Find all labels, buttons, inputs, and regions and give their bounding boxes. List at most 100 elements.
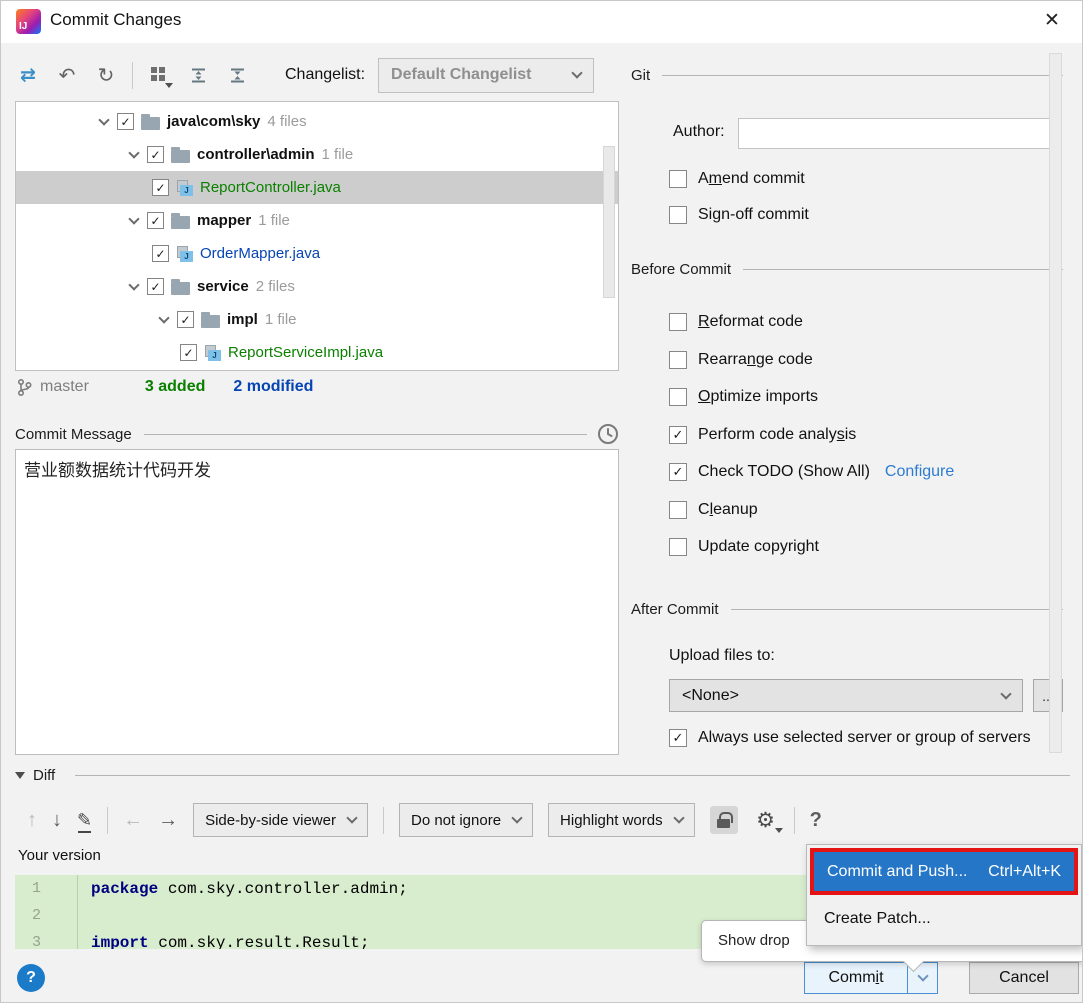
upload-server-select[interactable]: <None> — [669, 679, 1023, 712]
checkbox[interactable]: ✓ — [152, 245, 169, 262]
tree-row-folder[interactable]: ✓ service 2 files — [16, 270, 618, 303]
commit-message-input[interactable]: 营业额数据统计代码开发 — [15, 449, 619, 755]
message-history-icon[interactable] — [597, 423, 619, 445]
tree-scrollbar[interactable] — [603, 146, 615, 298]
annotation-red-box: Commit and Push... Ctrl+Alt+K — [810, 848, 1078, 895]
folder-icon — [171, 278, 190, 295]
changed-files-tree: ✓ java\com\sky 4 files ✓ controller\admi… — [15, 101, 619, 371]
checkbox[interactable] — [669, 538, 687, 556]
checkbox[interactable]: ✓ — [669, 729, 687, 747]
viewer-mode-select[interactable]: Side-by-side viewer — [193, 803, 368, 837]
checkbox[interactable]: ✓ — [147, 212, 164, 229]
intellij-logo-icon: IJ — [16, 9, 41, 34]
checkbox[interactable] — [669, 351, 687, 369]
checkbox[interactable] — [669, 388, 687, 406]
tree-row-folder[interactable]: ✓ controller\admin 1 file — [16, 138, 618, 171]
checkbox[interactable] — [669, 313, 687, 331]
changelist-label: Changelist: — [285, 66, 366, 83]
highlight-mode-select[interactable]: Highlight words — [548, 803, 695, 837]
checkbox[interactable]: ✓ — [669, 426, 687, 444]
changelist-value: Default Changelist — [391, 66, 532, 83]
configure-link[interactable]: Configure — [885, 463, 954, 481]
jump-to-source-icon[interactable]: ✎ — [77, 810, 92, 833]
chevron-down-icon[interactable] — [128, 146, 140, 159]
menu-item-commit-and-push[interactable]: Commit and Push... Ctrl+Alt+K — [814, 852, 1074, 891]
reformat-code-option[interactable]: Reformat code — [669, 307, 803, 337]
chevron-down-icon — [346, 812, 358, 824]
gear-icon: ⚙ — [756, 808, 775, 832]
previous-file-icon[interactable]: ← — [123, 809, 143, 832]
lock-icon — [717, 812, 733, 828]
chevron-down-icon[interactable] — [158, 311, 170, 324]
upload-files-label: Upload files to: — [669, 647, 775, 664]
close-icon[interactable]: ✕ — [1039, 9, 1065, 32]
disable-editing-toggle[interactable] — [709, 806, 738, 834]
author-label: Author: — [673, 123, 725, 140]
checkbox[interactable] — [669, 170, 687, 188]
menu-item-create-patch[interactable]: Create Patch... — [807, 895, 1081, 943]
signoff-commit-option[interactable]: Sign-off commit — [669, 200, 809, 230]
tree-row-folder[interactable]: ✓ mapper 1 file — [16, 204, 618, 237]
chevron-down-icon[interactable] — [98, 113, 110, 126]
checkbox[interactable]: ✓ — [180, 344, 197, 361]
checkbox[interactable]: ✓ — [669, 463, 687, 481]
collapse-triangle-icon[interactable] — [15, 772, 25, 779]
move-to-changelist-icon[interactable]: ⇄ — [15, 62, 41, 88]
perform-code-analysis-option[interactable]: ✓ Perform code analysis — [669, 420, 856, 450]
commit-message-label: Commit Message — [15, 425, 132, 443]
chevron-down-icon — [672, 812, 685, 824]
chevron-down-icon[interactable] — [128, 278, 140, 291]
tree-row-file[interactable]: ✓ J OrderMapper.java — [16, 237, 618, 270]
diff-help-icon[interactable]: ? — [810, 809, 822, 832]
optimize-imports-option[interactable]: Optimize imports — [669, 382, 818, 412]
group-by-icon[interactable] — [146, 62, 173, 88]
chevron-down-icon[interactable] — [128, 212, 140, 225]
checkbox[interactable]: ✓ — [147, 146, 164, 163]
java-file-icon: J — [176, 179, 193, 196]
next-file-icon[interactable]: → — [158, 809, 178, 832]
after-commit-section-header: After Commit — [631, 601, 1063, 618]
tree-row-folder[interactable]: ✓ impl 1 file — [16, 303, 618, 336]
update-copyright-option[interactable]: Update copyright — [669, 532, 819, 562]
help-button[interactable]: ? — [17, 964, 45, 992]
tree-row-file[interactable]: ✓ J ReportServiceImpl.java — [16, 336, 618, 369]
whitespace-mode-select[interactable]: Do not ignore — [398, 803, 534, 837]
title-bar: IJ Commit Changes ✕ — [1, 1, 1082, 43]
tree-row-folder[interactable]: ✓ java\com\sky 4 files — [16, 105, 618, 138]
always-use-server-option[interactable]: ✓ Always use selected server or group of… — [669, 723, 1031, 753]
rollback-icon[interactable]: ↶ — [54, 62, 80, 88]
cleanup-option[interactable]: Cleanup — [669, 495, 758, 525]
branch-name: master — [40, 378, 89, 395]
checkbox[interactable]: ✓ — [152, 179, 169, 196]
git-branch-icon — [17, 378, 32, 396]
refresh-icon[interactable]: ↻ — [93, 62, 119, 88]
previous-change-icon[interactable]: ↑ — [27, 809, 37, 832]
menu-shortcut: Ctrl+Alt+K — [988, 862, 1061, 880]
checkbox[interactable] — [669, 501, 687, 519]
amend-commit-option[interactable]: Amend commit — [669, 164, 805, 194]
rearrange-code-option[interactable]: Rearrange code — [669, 345, 813, 375]
checkbox[interactable] — [669, 206, 687, 224]
commit-button[interactable]: Commit — [804, 962, 908, 994]
collapse-all-icon[interactable] — [224, 62, 250, 88]
chevron-down-icon — [1000, 687, 1012, 700]
diff-toolbar: ↑ ↓ ✎ ← → Side-by-side viewer Do not ign… — [27, 799, 822, 841]
right-panel-scrollbar[interactable] — [1049, 53, 1062, 753]
tree-row-file-selected[interactable]: ✓ J ReportController.java — [16, 171, 618, 204]
diff-section-header[interactable]: Diff — [15, 767, 1070, 784]
expand-all-icon[interactable] — [185, 62, 211, 88]
checkbox[interactable]: ✓ — [177, 311, 194, 328]
author-input[interactable] — [738, 118, 1060, 149]
check-todo-option[interactable]: ✓ Check TODO (Show All) Configure — [669, 457, 954, 487]
folder-icon — [141, 113, 160, 130]
folder-icon — [201, 311, 220, 328]
checkbox[interactable]: ✓ — [147, 278, 164, 295]
next-change-icon[interactable]: ↓ — [52, 809, 62, 832]
folder-icon — [171, 146, 190, 163]
diff-settings-button[interactable]: ⚙ — [753, 806, 783, 834]
checkbox[interactable]: ✓ — [117, 113, 134, 130]
commit-changes-dialog: IJ Commit Changes ✕ ⇄ ↶ ↻ Changelist: De… — [0, 0, 1083, 1003]
changelist-select[interactable]: Default Changelist — [378, 57, 595, 93]
modified-count: 2 modified — [233, 378, 314, 395]
cancel-button[interactable]: Cancel — [969, 962, 1079, 994]
